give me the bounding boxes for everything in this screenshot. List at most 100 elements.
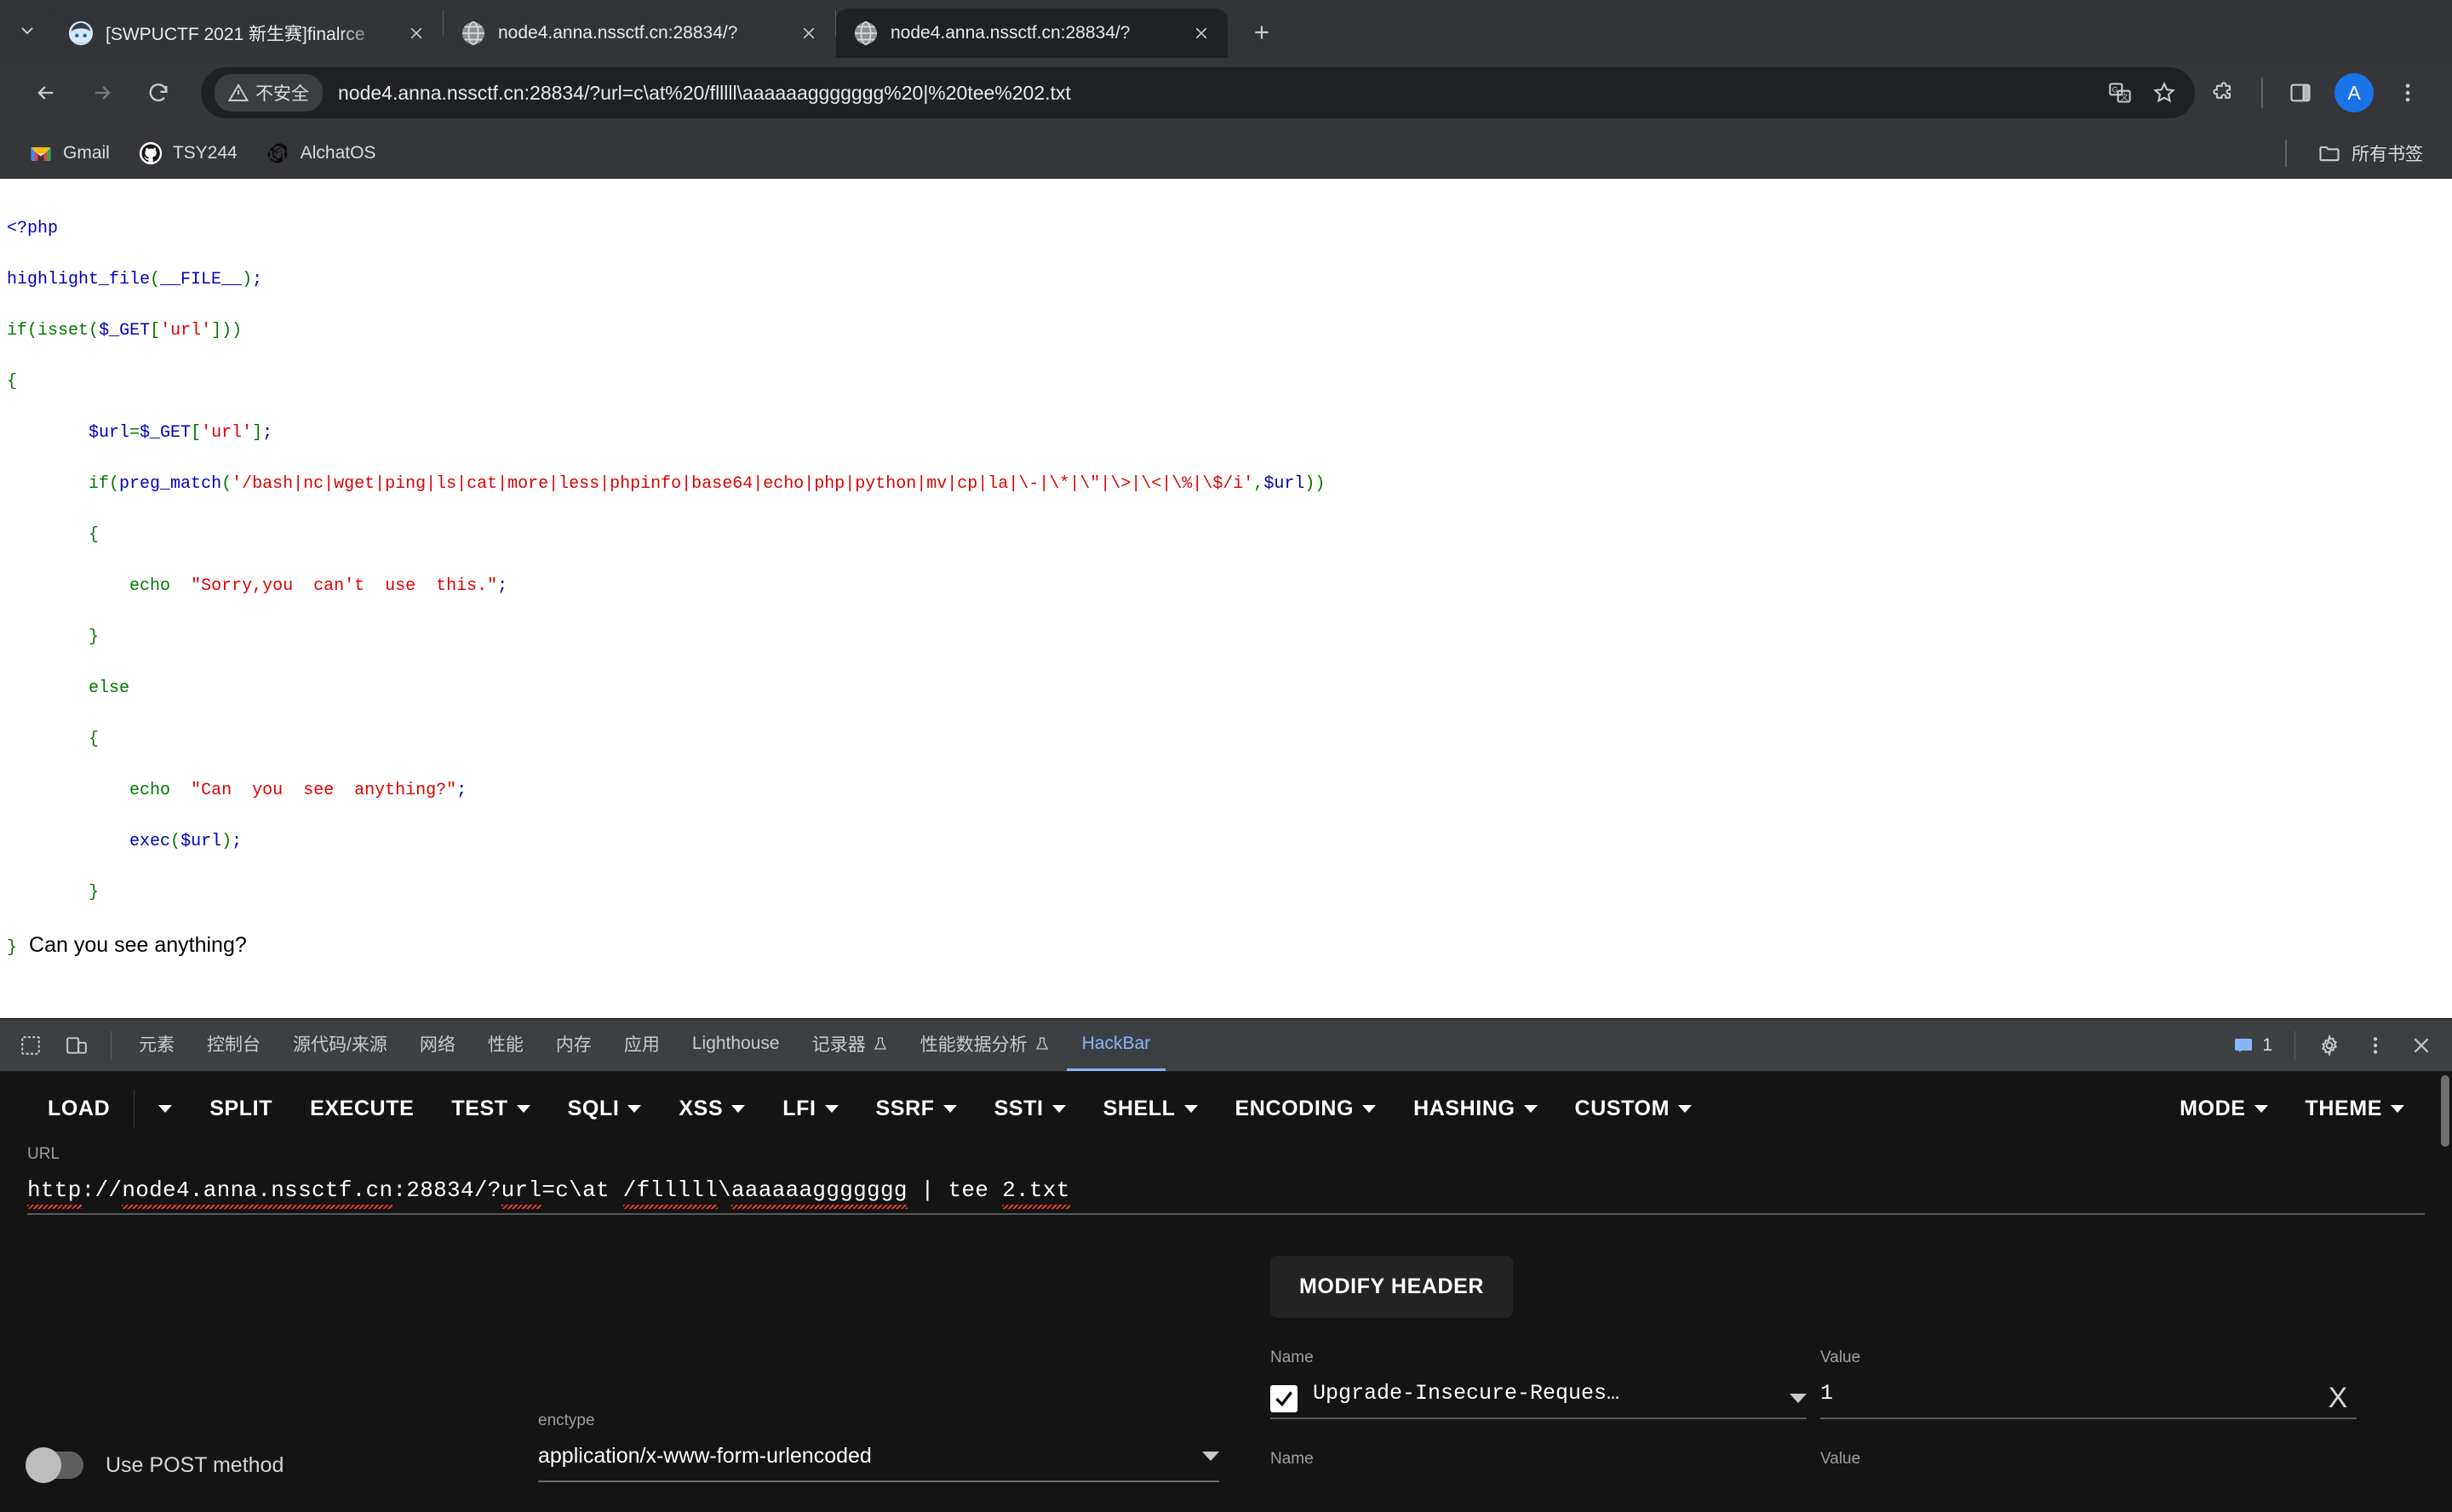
header-enabled-checkbox[interactable] [1270, 1385, 1298, 1412]
code-token: "Can you see anything?" [191, 781, 456, 800]
devtools-tab-sources[interactable]: 源代码/来源 [278, 1020, 403, 1071]
devtools-tab-recorder[interactable]: 记录器 [797, 1020, 903, 1071]
hackbar-test-menu[interactable]: TEST [433, 1083, 548, 1134]
all-bookmarks-button[interactable]: 所有书签 [2307, 135, 2433, 172]
close-icon[interactable] [2399, 1025, 2443, 1066]
button-label: ENCODING [1235, 1097, 1355, 1121]
bookmark-gmail[interactable]: Gmail [19, 135, 120, 171]
url-input[interactable]: http://node4.anna.nssctf.cn:28834/?url=c… [27, 1177, 2425, 1213]
browser-tab-3[interactable]: node4.anna.nssctf.cn:28834/? [836, 9, 1228, 58]
close-icon[interactable] [402, 19, 431, 48]
puzzle-icon[interactable] [2200, 69, 2248, 117]
star-icon[interactable] [2142, 71, 2186, 115]
header-value-label: Value [1820, 1450, 2357, 1469]
hackbar-lfi-menu[interactable]: LFI [764, 1083, 856, 1134]
reload-icon[interactable] [133, 67, 184, 118]
three-dots-vertical-icon[interactable] [2353, 1025, 2398, 1066]
header-name-input[interactable]: Upgrade-Insecure-Reques… [1313, 1381, 1774, 1416]
toggle-knob [26, 1447, 61, 1483]
tab-label: 网络 [420, 1031, 455, 1057]
browser-tab-1[interactable]: [SWPUCTF 2021 新生赛]finalrce [51, 9, 443, 58]
devtools-tab-memory[interactable]: 内存 [541, 1020, 607, 1071]
header-name-label: Name [1270, 1450, 1807, 1469]
security-label: 不安全 [255, 80, 309, 106]
url-segment: http [27, 1177, 82, 1203]
hackbar-scrollbar[interactable] [2441, 1075, 2449, 1147]
gear-icon[interactable] [2307, 1025, 2352, 1066]
close-icon[interactable] [1187, 19, 1216, 48]
console-message-badge[interactable]: 1 [2223, 1035, 2283, 1056]
hackbar-xss-menu[interactable]: XSS [660, 1083, 764, 1134]
header-remove-button[interactable]: X [2319, 1382, 2357, 1415]
hackbar-encoding-menu[interactable]: ENCODING [1217, 1083, 1395, 1134]
close-icon[interactable] [794, 19, 823, 48]
hackbar-custom-menu[interactable]: CUSTOM [1556, 1083, 1710, 1134]
back-arrow-icon[interactable] [20, 67, 72, 118]
three-dots-vertical-icon[interactable] [2384, 69, 2432, 117]
browser-tab-2[interactable]: node4.anna.nssctf.cn:28834/? [444, 9, 835, 58]
devtools-tab-lighthouse[interactable]: Lighthouse [677, 1020, 795, 1071]
bookmark-alchatos[interactable]: AlchatOS [256, 135, 387, 171]
hackbar-shell-menu[interactable]: SHELL [1085, 1083, 1217, 1134]
new-tab-button[interactable] [1238, 9, 1286, 56]
url-text[interactable]: node4.anna.nssctf.cn:28834/?url=c\at%20/… [338, 82, 2098, 105]
toggle-switch[interactable] [27, 1452, 83, 1479]
button-label: SPLIT [209, 1097, 272, 1121]
code-token: 'url' [201, 423, 252, 443]
button-label: TEST [451, 1097, 507, 1121]
all-bookmarks-label: 所有书签 [2352, 140, 2423, 166]
code-token [170, 781, 191, 800]
hackbar-split-button[interactable]: SPLIT [191, 1083, 291, 1134]
devtools-tab-network[interactable]: 网络 [404, 1020, 471, 1071]
code-token: ) [242, 270, 252, 289]
enctype-select[interactable]: enctype application/x-www-form-urlencode… [538, 1412, 1219, 1482]
header-name-label: Name [1270, 1349, 1807, 1367]
code-token: , [1253, 474, 1263, 494]
device-toolbar-icon[interactable] [54, 1025, 99, 1066]
chevron-down-icon[interactable] [1790, 1394, 1807, 1403]
header-value-label: Value [1820, 1349, 2357, 1367]
hackbar-ssti-menu[interactable]: SSTI [976, 1083, 1085, 1134]
inspect-element-icon[interactable] [9, 1025, 53, 1066]
url-segment: url [501, 1177, 542, 1203]
translate-icon[interactable]: G 文 [2098, 71, 2142, 115]
hackbar-mode-menu[interactable]: MODE [2161, 1083, 2286, 1134]
button-label: HASHING [1413, 1097, 1515, 1121]
devtools-tab-application[interactable]: 应用 [609, 1020, 675, 1071]
modify-header-button[interactable]: MODIFY HEADER [1270, 1256, 1513, 1318]
button-label: EXECUTE [310, 1097, 414, 1121]
header-value-input[interactable]: 1 [1820, 1381, 2304, 1416]
tab-search-chevron-icon[interactable] [3, 7, 51, 54]
security-badge[interactable]: 不安全 [215, 74, 323, 112]
hackbar-load-button[interactable]: LOAD [29, 1083, 129, 1134]
tab-label: 控制台 [207, 1031, 261, 1057]
address-bar[interactable]: 不安全 node4.anna.nssctf.cn:28834/?url=c\at… [201, 67, 2195, 118]
forward-arrow-icon[interactable] [77, 67, 128, 118]
devtools-tab-hackbar[interactable]: HackBar [1067, 1020, 1166, 1071]
hackbar-hashing-menu[interactable]: HASHING [1395, 1083, 1555, 1134]
button-label: MODE [2180, 1097, 2245, 1121]
code-token [7, 832, 129, 851]
hackbar-theme-menu[interactable]: THEME [2287, 1083, 2424, 1134]
hackbar-execute-button[interactable]: EXECUTE [291, 1083, 433, 1134]
profile-avatar[interactable]: A [2335, 73, 2374, 112]
hackbar-ssrf-menu[interactable]: SSRF [857, 1083, 976, 1134]
use-post-method-toggle[interactable]: Use POST method [27, 1452, 538, 1482]
hackbar-sqli-menu[interactable]: SQLI [549, 1083, 661, 1134]
tab-label: 元素 [139, 1031, 175, 1057]
hackbar-load-dropdown[interactable] [140, 1083, 191, 1134]
side-panel-icon[interactable] [2277, 69, 2324, 117]
bookmark-tsy244[interactable]: TSY244 [129, 135, 248, 171]
button-label: THEME [2306, 1097, 2383, 1121]
tab-strip: [SWPUCTF 2021 新生赛]finalrce node4.anna.ns… [0, 0, 2452, 58]
url-segment: | tee [908, 1177, 1002, 1203]
devtools-tab-performance[interactable]: 性能 [473, 1020, 539, 1071]
code-token: ; [497, 576, 507, 596]
header-row-2: Name Value [1270, 1450, 2425, 1482]
devtools-tab-console[interactable]: 控制台 [192, 1020, 276, 1071]
code-token: = [129, 423, 140, 443]
devtools-tab-performance-insights[interactable]: 性能数据分析 [905, 1020, 1065, 1071]
devtools-tab-elements[interactable]: 元素 [123, 1020, 190, 1071]
header-name-column: Name Upgrade-Insecure-Reques… [1270, 1349, 1807, 1419]
header-value-column: Value [1820, 1450, 2357, 1482]
